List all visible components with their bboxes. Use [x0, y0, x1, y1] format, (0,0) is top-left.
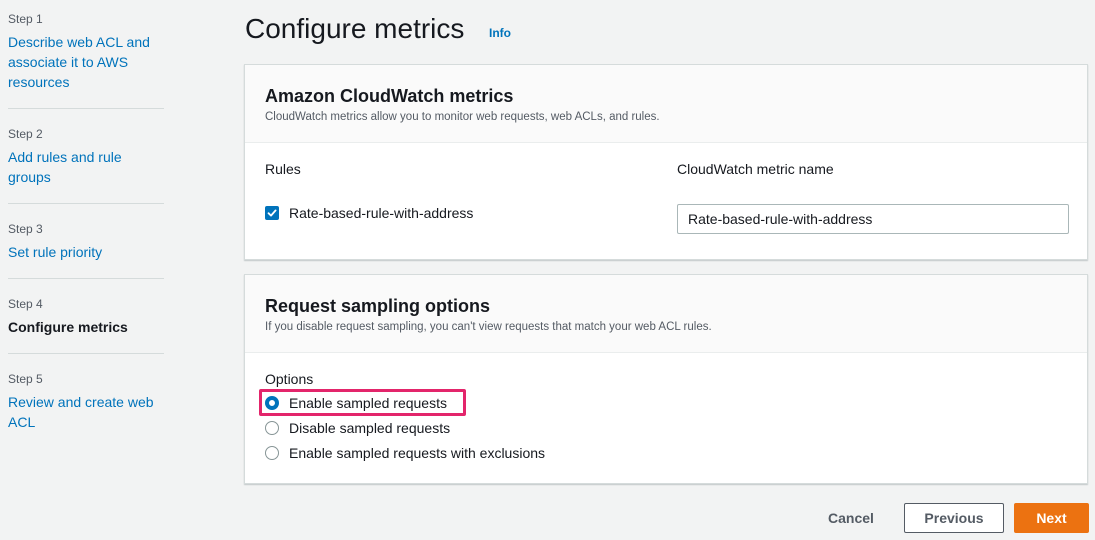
metric-name-input[interactable]: [677, 204, 1069, 234]
step-5: Step 5 Review and create web ACL: [8, 372, 164, 448]
panel-header: Request sampling options If you disable …: [245, 275, 1087, 353]
panel-title: Request sampling options: [265, 296, 491, 316]
radio-label: Enable sampled requests with exclusions: [289, 445, 546, 461]
cloudwatch-metrics-panel: Amazon CloudWatch metrics CloudWatch met…: [244, 64, 1088, 260]
step-link-review-and-create[interactable]: Review and create web ACL: [8, 392, 164, 432]
cancel-button[interactable]: Cancel: [812, 503, 890, 533]
panel-description: If you disable request sampling, you can…: [265, 321, 712, 333]
info-link[interactable]: Info: [489, 26, 511, 40]
radio-selected-icon: [265, 396, 279, 410]
panel-header: Amazon CloudWatch metrics CloudWatch met…: [245, 65, 1087, 143]
panel-description: CloudWatch metrics allow you to monitor …: [265, 111, 660, 123]
step-4: Step 4 Configure metrics: [8, 297, 164, 354]
radio-unselected-icon: [265, 446, 279, 460]
rules-column-header: Rules: [265, 161, 301, 177]
radio-label: Enable sampled requests: [289, 395, 447, 411]
step-number: Step 4: [8, 297, 43, 311]
step-link-set-rule-priority[interactable]: Set rule priority: [8, 242, 164, 262]
request-sampling-panel: Request sampling options If you disable …: [244, 274, 1088, 484]
step-number: Step 5: [8, 372, 43, 386]
step-2: Step 2 Add rules and rule groups: [8, 127, 164, 204]
step-link-describe-web-acl[interactable]: Describe web ACL and associate it to AWS…: [8, 32, 164, 92]
radio-enable-sampled-requests[interactable]: Enable sampled requests: [265, 393, 447, 413]
options-label: Options: [265, 371, 314, 387]
step-3: Step 3 Set rule priority: [8, 222, 164, 279]
rule-checkbox[interactable]: [265, 206, 279, 220]
previous-button[interactable]: Previous: [904, 503, 1004, 533]
step-1: Step 1 Describe web ACL and associate it…: [8, 12, 164, 109]
step-number: Step 3: [8, 222, 43, 236]
next-button[interactable]: Next: [1014, 503, 1089, 533]
radio-enable-sampled-requests-with-exclusions[interactable]: Enable sampled requests with exclusions: [265, 443, 545, 463]
step-number: Step 2: [8, 127, 43, 141]
radio-label: Disable sampled requests: [289, 420, 451, 436]
panel-title: Amazon CloudWatch metrics: [265, 86, 514, 106]
configure-metrics-page: Step 1 Describe web ACL and associate it…: [0, 0, 1095, 540]
step-link-add-rules[interactable]: Add rules and rule groups: [8, 147, 164, 187]
page-title: Configure metrics: [245, 13, 465, 44]
radio-disable-sampled-requests[interactable]: Disable sampled requests: [265, 418, 450, 438]
checkmark-icon: [267, 209, 277, 217]
rule-label: Rate-based-rule-with-address: [289, 205, 474, 221]
radio-unselected-icon: [265, 421, 279, 435]
step-current-configure-metrics: Configure metrics: [8, 319, 128, 335]
metric-name-column-header: CloudWatch metric name: [677, 161, 834, 177]
wizard-steps: Step 1 Describe web ACL and associate it…: [8, 12, 164, 466]
step-number: Step 1: [8, 12, 43, 26]
